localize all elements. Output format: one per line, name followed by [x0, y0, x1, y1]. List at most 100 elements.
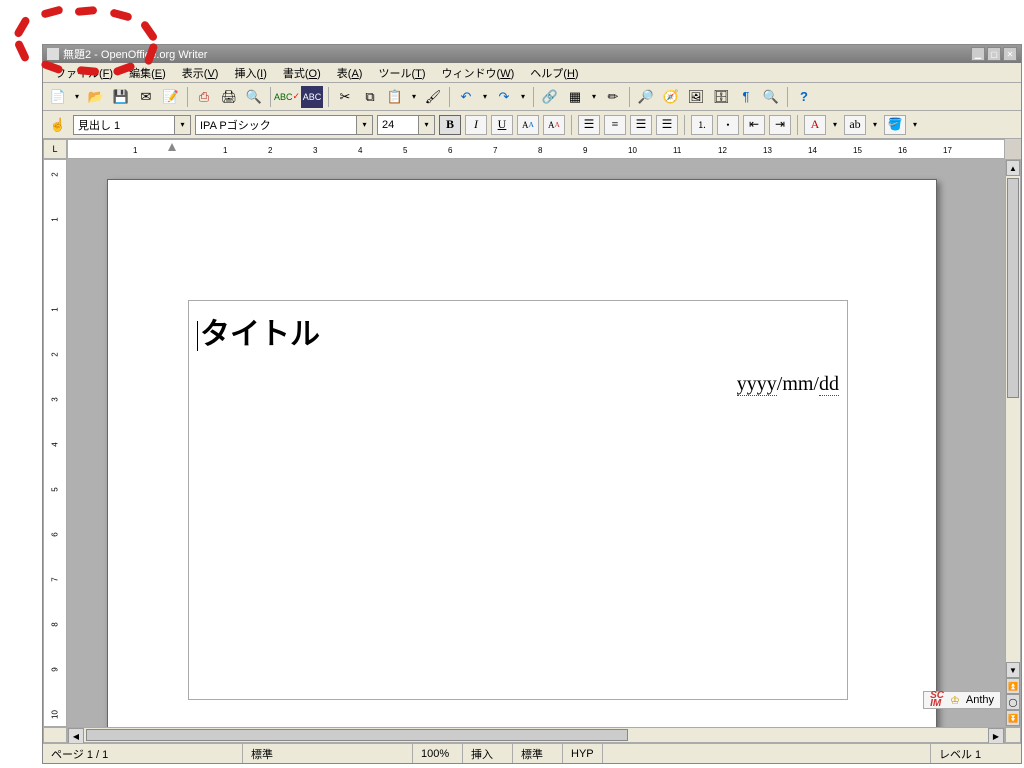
bg-color-button[interactable]: 🪣 [884, 115, 906, 135]
open-icon[interactable]: 📂 [85, 86, 107, 108]
font-size-input[interactable] [378, 116, 418, 134]
scroll-left-button[interactable]: ◀ [68, 728, 84, 744]
font-size-combo[interactable]: ▾ [377, 115, 435, 135]
undo-dropdown[interactable]: ▾ [480, 92, 490, 101]
vertical-ruler[interactable]: 2 1 1 2 3 4 5 6 7 8 9 10 [43, 159, 67, 727]
hscroll-thumb[interactable] [86, 729, 628, 741]
vertical-scrollbar[interactable]: ▲ ▼ ⏫ ◯ ⏬ [1005, 159, 1021, 727]
font-color-button[interactable]: A [804, 115, 826, 135]
navigator-icon[interactable]: 🧭 [660, 86, 682, 108]
nonprinting-icon[interactable]: ¶ [735, 86, 757, 108]
font-size-dropdown[interactable]: ▾ [418, 116, 434, 134]
ime-indicator[interactable]: SCIM ♔ Anthy [923, 691, 1001, 709]
hyperlink-icon[interactable]: 🔗 [539, 86, 561, 108]
align-right-button[interactable]: ☰ [630, 115, 652, 135]
styles-window-icon[interactable]: ☝ [47, 114, 69, 136]
redo-icon[interactable]: ↷ [493, 86, 515, 108]
table-dropdown[interactable]: ▾ [589, 92, 599, 101]
underline-button[interactable]: U [491, 115, 513, 135]
menu-view[interactable]: 表示(V) [176, 63, 225, 83]
align-center-button[interactable]: ≡ [604, 115, 626, 135]
menu-table[interactable]: 表(A) [331, 63, 369, 83]
maximize-button[interactable]: ▢ [987, 47, 1001, 61]
numbered-list-button[interactable]: ⒈ [691, 115, 713, 135]
indent-marker-icon[interactable] [168, 143, 176, 151]
document-area[interactable]: タイトル yyyy/mm/dd [67, 159, 1005, 727]
status-insert[interactable]: 挿入 [463, 744, 513, 763]
menu-help[interactable]: ヘルプ(H) [524, 63, 584, 83]
superscript-button[interactable]: AA [517, 115, 539, 135]
align-left-button[interactable]: ☰ [578, 115, 600, 135]
close-button[interactable]: ✕ [1003, 47, 1017, 61]
document-heading[interactable]: タイトル [197, 309, 839, 353]
paragraph-style-input[interactable] [74, 116, 174, 134]
new-doc-dropdown[interactable]: ▾ [72, 92, 82, 101]
pdf-export-icon[interactable]: ⎙ [193, 86, 215, 108]
paragraph-style-dropdown[interactable]: ▾ [174, 116, 190, 134]
status-style[interactable]: 標準 [243, 744, 413, 763]
paragraph-style-combo[interactable]: ▾ [73, 115, 191, 135]
menu-insert[interactable]: 挿入(I) [228, 63, 272, 83]
menu-window[interactable]: ウィンドウ(W) [436, 63, 521, 83]
cut-icon[interactable]: ✂ [334, 86, 356, 108]
text-frame[interactable]: タイトル yyyy/mm/dd [188, 300, 848, 700]
document-date[interactable]: yyyy/mm/dd [197, 373, 839, 396]
print-icon[interactable]: 🖨 [218, 86, 240, 108]
paste-dropdown[interactable]: ▾ [409, 92, 419, 101]
help-icon[interactable]: ? [793, 86, 815, 108]
new-doc-icon[interactable]: 📄 [47, 86, 69, 108]
status-hyp[interactable]: HYP [563, 744, 603, 763]
decrease-indent-button[interactable]: ⇤ [743, 115, 765, 135]
increase-indent-button[interactable]: ⇥ [769, 115, 791, 135]
menu-file[interactable]: ファイル(F) [49, 63, 119, 83]
undo-icon[interactable]: ↶ [455, 86, 477, 108]
status-mode[interactable]: 標準 [513, 744, 563, 763]
bullet-list-button[interactable]: • [717, 115, 739, 135]
bg-color-dropdown[interactable]: ▾ [910, 120, 920, 129]
draw-icon[interactable]: ✏ [602, 86, 624, 108]
font-name-input[interactable] [196, 116, 356, 134]
font-name-combo[interactable]: ▾ [195, 115, 373, 135]
preview-icon[interactable]: 🔍 [243, 86, 265, 108]
minimize-button[interactable]: ▁ [971, 47, 985, 61]
menu-edit[interactable]: 編集(E) [123, 63, 172, 83]
gallery-icon[interactable]: 🖼 [685, 86, 707, 108]
align-justify-button[interactable]: ☰ [656, 115, 678, 135]
edit-file-icon[interactable]: 📝 [160, 86, 182, 108]
highlight-button[interactable]: ab [844, 115, 866, 135]
mail-icon[interactable]: ✉ [135, 86, 157, 108]
redo-dropdown[interactable]: ▾ [518, 92, 528, 101]
format-brush-icon[interactable]: 🖌 [422, 86, 444, 108]
menu-tools[interactable]: ツール(T) [372, 63, 431, 83]
scroll-down-button[interactable]: ▼ [1006, 662, 1020, 678]
vscroll-thumb[interactable] [1007, 178, 1019, 398]
datasources-icon[interactable]: 🗄 [710, 86, 732, 108]
highlight-dropdown[interactable]: ▾ [870, 120, 880, 129]
nav-select-button[interactable]: ◯ [1006, 694, 1020, 710]
status-page[interactable]: ページ 1 / 1 [43, 744, 243, 763]
zoom-icon[interactable]: 🔍 [760, 86, 782, 108]
scroll-up-button[interactable]: ▲ [1006, 160, 1020, 176]
horizontal-ruler[interactable]: 1 1 2 3 4 5 6 7 8 9 10 11 12 13 14 15 [67, 139, 1005, 159]
status-level[interactable]: レベル 1 [931, 744, 1021, 763]
font-color-dropdown[interactable]: ▾ [830, 120, 840, 129]
menu-format[interactable]: 書式(O) [277, 63, 327, 83]
spellcheck-icon[interactable]: ABC✓ [276, 86, 298, 108]
scroll-right-button[interactable]: ▶ [988, 728, 1004, 744]
italic-button[interactable]: I [465, 115, 487, 135]
table-insert-icon[interactable]: ▦ [564, 86, 586, 108]
horizontal-scrollbar[interactable]: ◀ ▶ [67, 727, 1005, 743]
find-icon[interactable]: 🔎 [635, 86, 657, 108]
save-icon[interactable]: 💾 [110, 86, 132, 108]
titlebar[interactable]: 無題2 - OpenOffice.org Writer ▁ ▢ ✕ [43, 45, 1021, 63]
copy-icon[interactable]: ⧉ [359, 86, 381, 108]
next-page-button[interactable]: ⏬ [1006, 710, 1020, 726]
status-zoom[interactable]: 100% [413, 744, 463, 763]
paste-icon[interactable]: 📋 [384, 86, 406, 108]
font-name-dropdown[interactable]: ▾ [356, 116, 372, 134]
bold-button[interactable]: B [439, 115, 461, 135]
subscript-button[interactable]: AA [543, 115, 565, 135]
prev-page-button[interactable]: ⏫ [1006, 678, 1020, 694]
autospell-icon[interactable]: ABC [301, 86, 323, 108]
page[interactable]: タイトル yyyy/mm/dd [107, 179, 937, 727]
